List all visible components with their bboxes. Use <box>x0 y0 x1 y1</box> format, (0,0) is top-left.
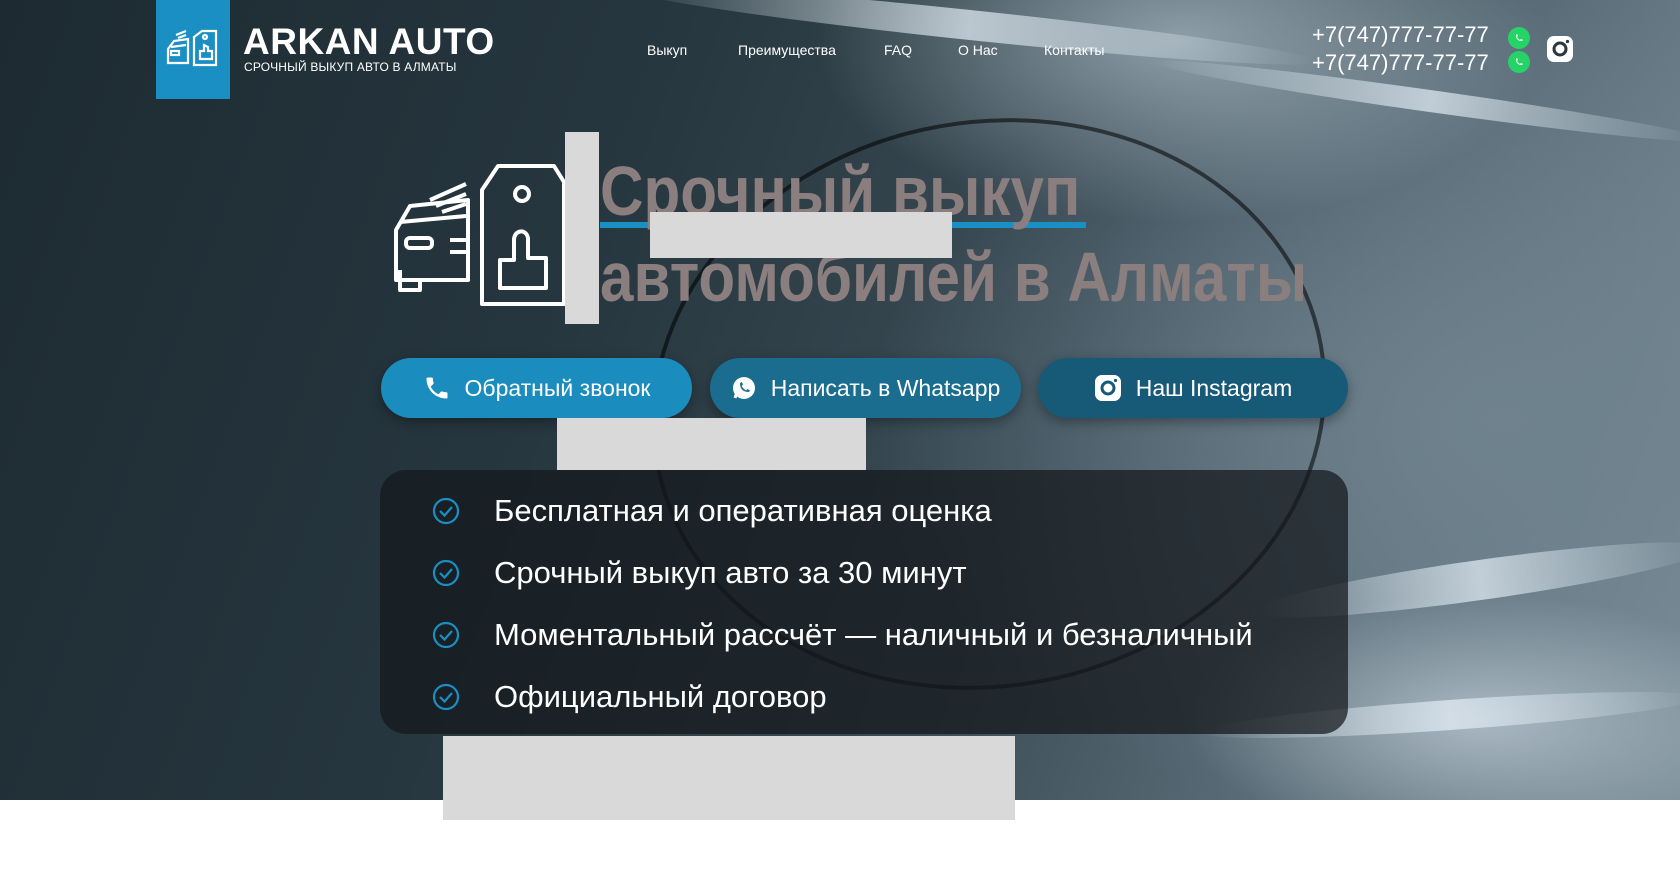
features-panel: Бесплатная и оперативная оценка Срочный … <box>380 470 1348 734</box>
instagram-button-label: Наш Instagram <box>1135 374 1293 401</box>
logo[interactable] <box>156 0 230 99</box>
placeholder-block <box>565 132 599 324</box>
placeholder-block <box>443 736 1015 820</box>
check-circle-icon <box>432 497 460 525</box>
brand-subtitle: СРОЧНЫЙ ВЫКУП АВТО В АЛМАТЫ <box>244 60 457 74</box>
check-circle-icon <box>432 683 460 711</box>
check-circle-icon <box>432 559 460 587</box>
whatsapp-icon <box>732 377 755 399</box>
callback-button-label: Обратный звонок <box>464 374 651 401</box>
nav-item-advantages[interactable]: Преимущества <box>738 42 836 58</box>
feature-item: Моментальный рассчёт — наличный и безнал… <box>494 617 1253 652</box>
placeholder-block <box>650 212 952 258</box>
whatsapp-icon[interactable] <box>1508 27 1530 49</box>
whatsapp-button-label: Написать в Whatsapp <box>770 374 1001 401</box>
nav-item-contacts[interactable]: Контакты <box>1044 42 1104 58</box>
phone-icon <box>426 377 447 399</box>
whatsapp-icon[interactable] <box>1508 51 1530 73</box>
feature-item: Официальный договор <box>494 679 827 714</box>
nav-item-vykup[interactable]: Выкуп <box>647 42 687 58</box>
feature-item: Бесплатная и оперативная оценка <box>494 493 992 528</box>
phone-number[interactable]: +7(747)777-77-77 <box>1312 22 1489 48</box>
car-tag-icon <box>166 29 218 66</box>
whatsapp-button[interactable]: Написать в Whatsapp <box>710 358 1021 418</box>
brand-title: ARKAN AUTO <box>243 21 495 62</box>
nav-item-about[interactable]: О Нас <box>958 42 998 58</box>
instagram-icon[interactable] <box>1546 35 1574 63</box>
check-circle-icon <box>432 621 460 649</box>
car-tag-icon <box>394 164 566 306</box>
nav-item-faq[interactable]: FAQ <box>884 42 912 58</box>
callback-button[interactable]: Обратный звонок <box>381 358 692 418</box>
placeholder-block <box>557 418 866 470</box>
instagram-button[interactable]: Наш Instagram <box>1038 358 1348 418</box>
feature-item: Срочный выкуп авто за 30 минут <box>494 555 967 590</box>
phone-number[interactable]: +7(747)777-77-77 <box>1312 50 1489 76</box>
instagram-icon <box>1094 375 1121 401</box>
